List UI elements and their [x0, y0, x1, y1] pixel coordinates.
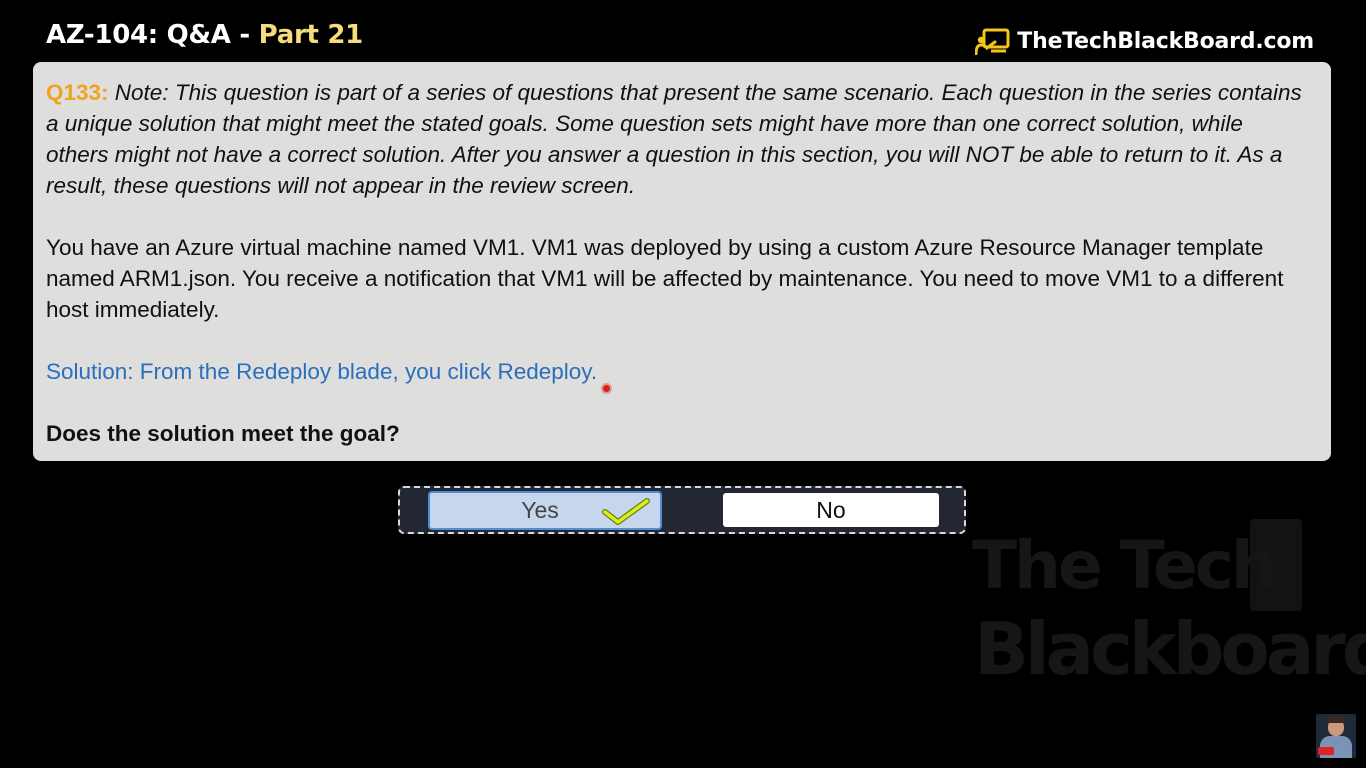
presenter-avatar [1316, 714, 1356, 758]
answer-no-label: No [816, 496, 846, 523]
question-card: Q133: Note: This question is part of a s… [33, 62, 1331, 461]
question-note: Q133: Note: This question is part of a s… [46, 77, 1311, 201]
question-note-text: Note: This question is part of a series … [46, 80, 1302, 198]
brand-name: TheTechBlackBoard.com [1017, 28, 1314, 54]
title-main: AZ-104: Q&A [46, 20, 231, 50]
answer-no-button[interactable]: No [723, 493, 939, 527]
video-title: AZ-104: Q&A - Part 21 [46, 20, 363, 50]
question-solution: Solution: From the Redeploy blade, you c… [46, 359, 598, 384]
answer-options: Yes No [398, 486, 966, 534]
title-part: Part 21 [258, 20, 364, 50]
brand-logo: TheTechBlackBoard.com [975, 27, 1314, 55]
chalkboard-icon [975, 28, 1010, 55]
checkmark-icon [602, 498, 650, 525]
question-scenario: You have an Azure virtual machine named … [46, 235, 1284, 322]
question-number: Q133: [46, 80, 109, 105]
question-prompt: Does the solution meet the goal? [46, 421, 400, 446]
answer-yes-label: Yes [521, 497, 559, 523]
mouse-cursor [603, 385, 610, 392]
watermark-logo: The Tech Blackboard [968, 515, 1366, 700]
answer-yes-button[interactable]: Yes [428, 491, 662, 530]
watermark-line1: The Tech [972, 527, 1278, 604]
title-separator: - [230, 20, 259, 50]
subscribe-badge [1318, 747, 1334, 755]
watermark-line2: Blackboard [974, 607, 1366, 691]
